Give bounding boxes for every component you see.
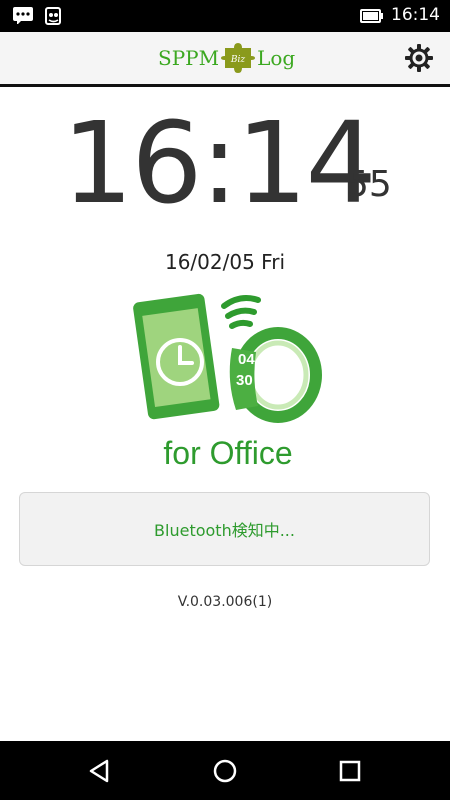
- status-bar: 16:14: [0, 0, 450, 32]
- battery-icon: [360, 9, 383, 23]
- app-logo: SPPM Biz Log: [158, 42, 295, 74]
- app-bar: SPPM Biz Log: [0, 32, 450, 87]
- bluetooth-status-button[interactable]: Bluetooth検知中...: [19, 492, 430, 566]
- clock-display: 16:14 55: [62, 104, 392, 224]
- logo-text-right: Log: [257, 46, 296, 70]
- gear-icon[interactable]: [404, 43, 434, 73]
- logo-badge-text: Biz: [230, 55, 245, 65]
- version-label: V.0.03.006(1): [177, 594, 273, 610]
- recents-icon[interactable]: [335, 756, 365, 786]
- status-time: 16:14: [391, 5, 440, 25]
- wireless-signal-icon: [221, 295, 261, 329]
- smartwatch-phone-illustration: 04 30 for Office: [133, 293, 322, 470]
- home-icon[interactable]: [210, 756, 240, 786]
- clock-hours-minutes: 16:14: [62, 99, 377, 229]
- date-label: 16/02/05 Fri: [164, 250, 285, 274]
- back-icon[interactable]: [85, 756, 115, 786]
- logo-text-left: SPPM: [158, 46, 220, 70]
- watch-hour-text: 04: [238, 351, 255, 368]
- puzzle-logo-icon: Biz: [221, 43, 256, 73]
- bluetooth-status-label: Bluetooth検知中...: [154, 521, 295, 540]
- for-office-caption: for Office: [163, 435, 292, 470]
- navigation-bar: [0, 741, 450, 800]
- watch-minute-text: 30: [236, 372, 253, 389]
- notification-icon: [45, 7, 61, 25]
- message-icon: [13, 7, 33, 24]
- phone-icon: [133, 293, 220, 420]
- clock-seconds: 55: [346, 164, 392, 205]
